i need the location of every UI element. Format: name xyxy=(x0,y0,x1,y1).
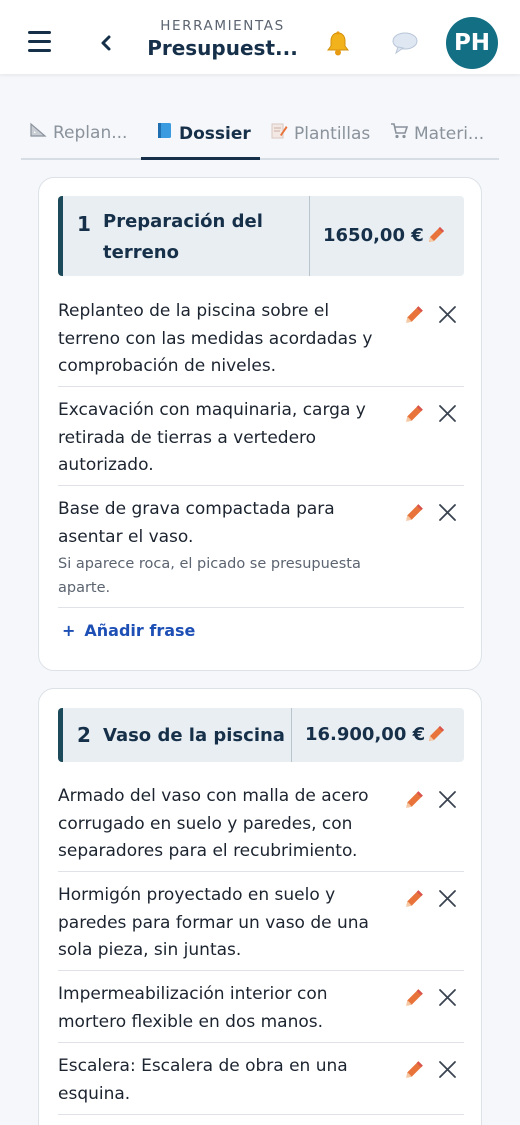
tab-bar: Replan... Dossier Plantillas Materi... xyxy=(21,112,499,160)
pencil-icon[interactable] xyxy=(403,304,425,326)
active-tab-indicator xyxy=(141,157,260,160)
section-header: 1 Preparación del terreno 1650,00 € xyxy=(58,196,464,276)
list-item: Excavación con maquinaria, carga y retir… xyxy=(58,387,464,486)
section-amount: 1650,00 € xyxy=(323,225,424,246)
set-square-icon xyxy=(29,122,47,142)
item-text: Impermeabilización interior con mortero … xyxy=(58,984,328,1032)
add-phrase-button[interactable]: + Añadir frase xyxy=(62,621,195,640)
close-icon[interactable] xyxy=(438,988,457,1007)
list-item: Hormigón proyectado en suelo y paredes p… xyxy=(58,872,464,971)
list-item: Replanteo de la piscina sobre el terreno… xyxy=(58,288,464,387)
pencil-icon[interactable] xyxy=(403,502,425,524)
pencil-icon[interactable] xyxy=(403,403,425,425)
close-icon[interactable] xyxy=(438,790,457,809)
close-icon[interactable] xyxy=(438,503,457,522)
section-number: 2 xyxy=(77,723,91,747)
tab-label: Materi... xyxy=(414,124,485,144)
pencil-icon[interactable] xyxy=(426,724,446,744)
section-header: 2 Vaso de la piscina 16.900,00 € xyxy=(58,708,464,762)
item-text-block: Base de grava compactada para asentar el… xyxy=(58,496,393,600)
list-item: Base de grava compactada para asentar el… xyxy=(58,486,464,608)
header-divider xyxy=(291,708,292,762)
header-divider xyxy=(309,196,310,276)
item-note: Si aparece roca, el picado se presupuest… xyxy=(58,556,361,596)
item-text: Escalera: Escalera de obra en una esquin… xyxy=(58,1056,348,1104)
list-item: Escalera: Escalera de obra en una esquin… xyxy=(58,1043,464,1115)
section-card: 2 Vaso de la piscina 16.900,00 € Armado … xyxy=(38,688,482,1125)
add-phrase-label: Añadir frase xyxy=(84,621,196,640)
list-item: Impermeabilización interior con mortero … xyxy=(58,971,464,1043)
item-text: Hormigón proyectado en suelo y paredes p… xyxy=(58,885,369,960)
section-title: Vaso de la piscina xyxy=(103,725,285,746)
tab-materiales[interactable]: Materi... xyxy=(390,122,484,158)
item-text: Replanteo de la piscina sobre el terreno… xyxy=(58,301,373,376)
chat-bubble-icon[interactable] xyxy=(392,31,418,55)
tab-dossier[interactable]: Dossier xyxy=(157,122,251,158)
close-icon[interactable] xyxy=(438,1060,457,1079)
page-title: Presupuest... xyxy=(147,36,298,60)
pencil-icon[interactable] xyxy=(403,1059,425,1081)
item-text: Excavación con maquinaria, carga y retir… xyxy=(58,400,366,475)
section-amount: 16.900,00 € xyxy=(305,724,426,745)
header-kicker: HERRAMIENTAS xyxy=(160,18,285,34)
pencil-icon[interactable] xyxy=(403,789,425,811)
tab-label: Dossier xyxy=(179,124,251,144)
tab-plantillas[interactable]: Plantillas xyxy=(271,122,370,158)
pencil-icon[interactable] xyxy=(426,225,446,245)
header-title-block: HERRAMIENTAS Presupuest... xyxy=(140,18,305,60)
section-title: Preparación del terreno xyxy=(103,211,263,263)
avatar[interactable]: PH xyxy=(446,17,498,69)
item-text: Armado del vaso con malla de acero corru… xyxy=(58,786,369,861)
book-icon xyxy=(157,122,173,143)
top-bar: HERRAMIENTAS Presupuest... PH xyxy=(0,0,520,74)
memo-pencil-icon xyxy=(271,122,288,143)
pencil-icon[interactable] xyxy=(403,987,425,1009)
item-text: Base de grava compactada para asentar el… xyxy=(58,499,335,547)
plus-icon: + xyxy=(62,621,76,640)
tab-label: Replan... xyxy=(53,123,128,143)
bell-icon[interactable] xyxy=(324,30,352,64)
close-icon[interactable] xyxy=(438,889,457,908)
list-item: Armado del vaso con malla de acero corru… xyxy=(58,773,464,872)
section-card: 1 Preparación del terreno 1650,00 € Repl… xyxy=(38,177,482,671)
tab-label: Plantillas xyxy=(294,124,371,144)
pencil-icon[interactable] xyxy=(403,888,425,910)
shopping-cart-icon xyxy=(390,122,409,143)
chevron-left-icon[interactable] xyxy=(98,32,116,54)
close-icon[interactable] xyxy=(438,404,457,423)
section-number: 1 xyxy=(77,212,91,236)
tab-replanteo[interactable]: Replan... xyxy=(29,122,127,158)
close-icon[interactable] xyxy=(438,305,457,324)
hamburger-menu-icon[interactable] xyxy=(28,31,52,53)
